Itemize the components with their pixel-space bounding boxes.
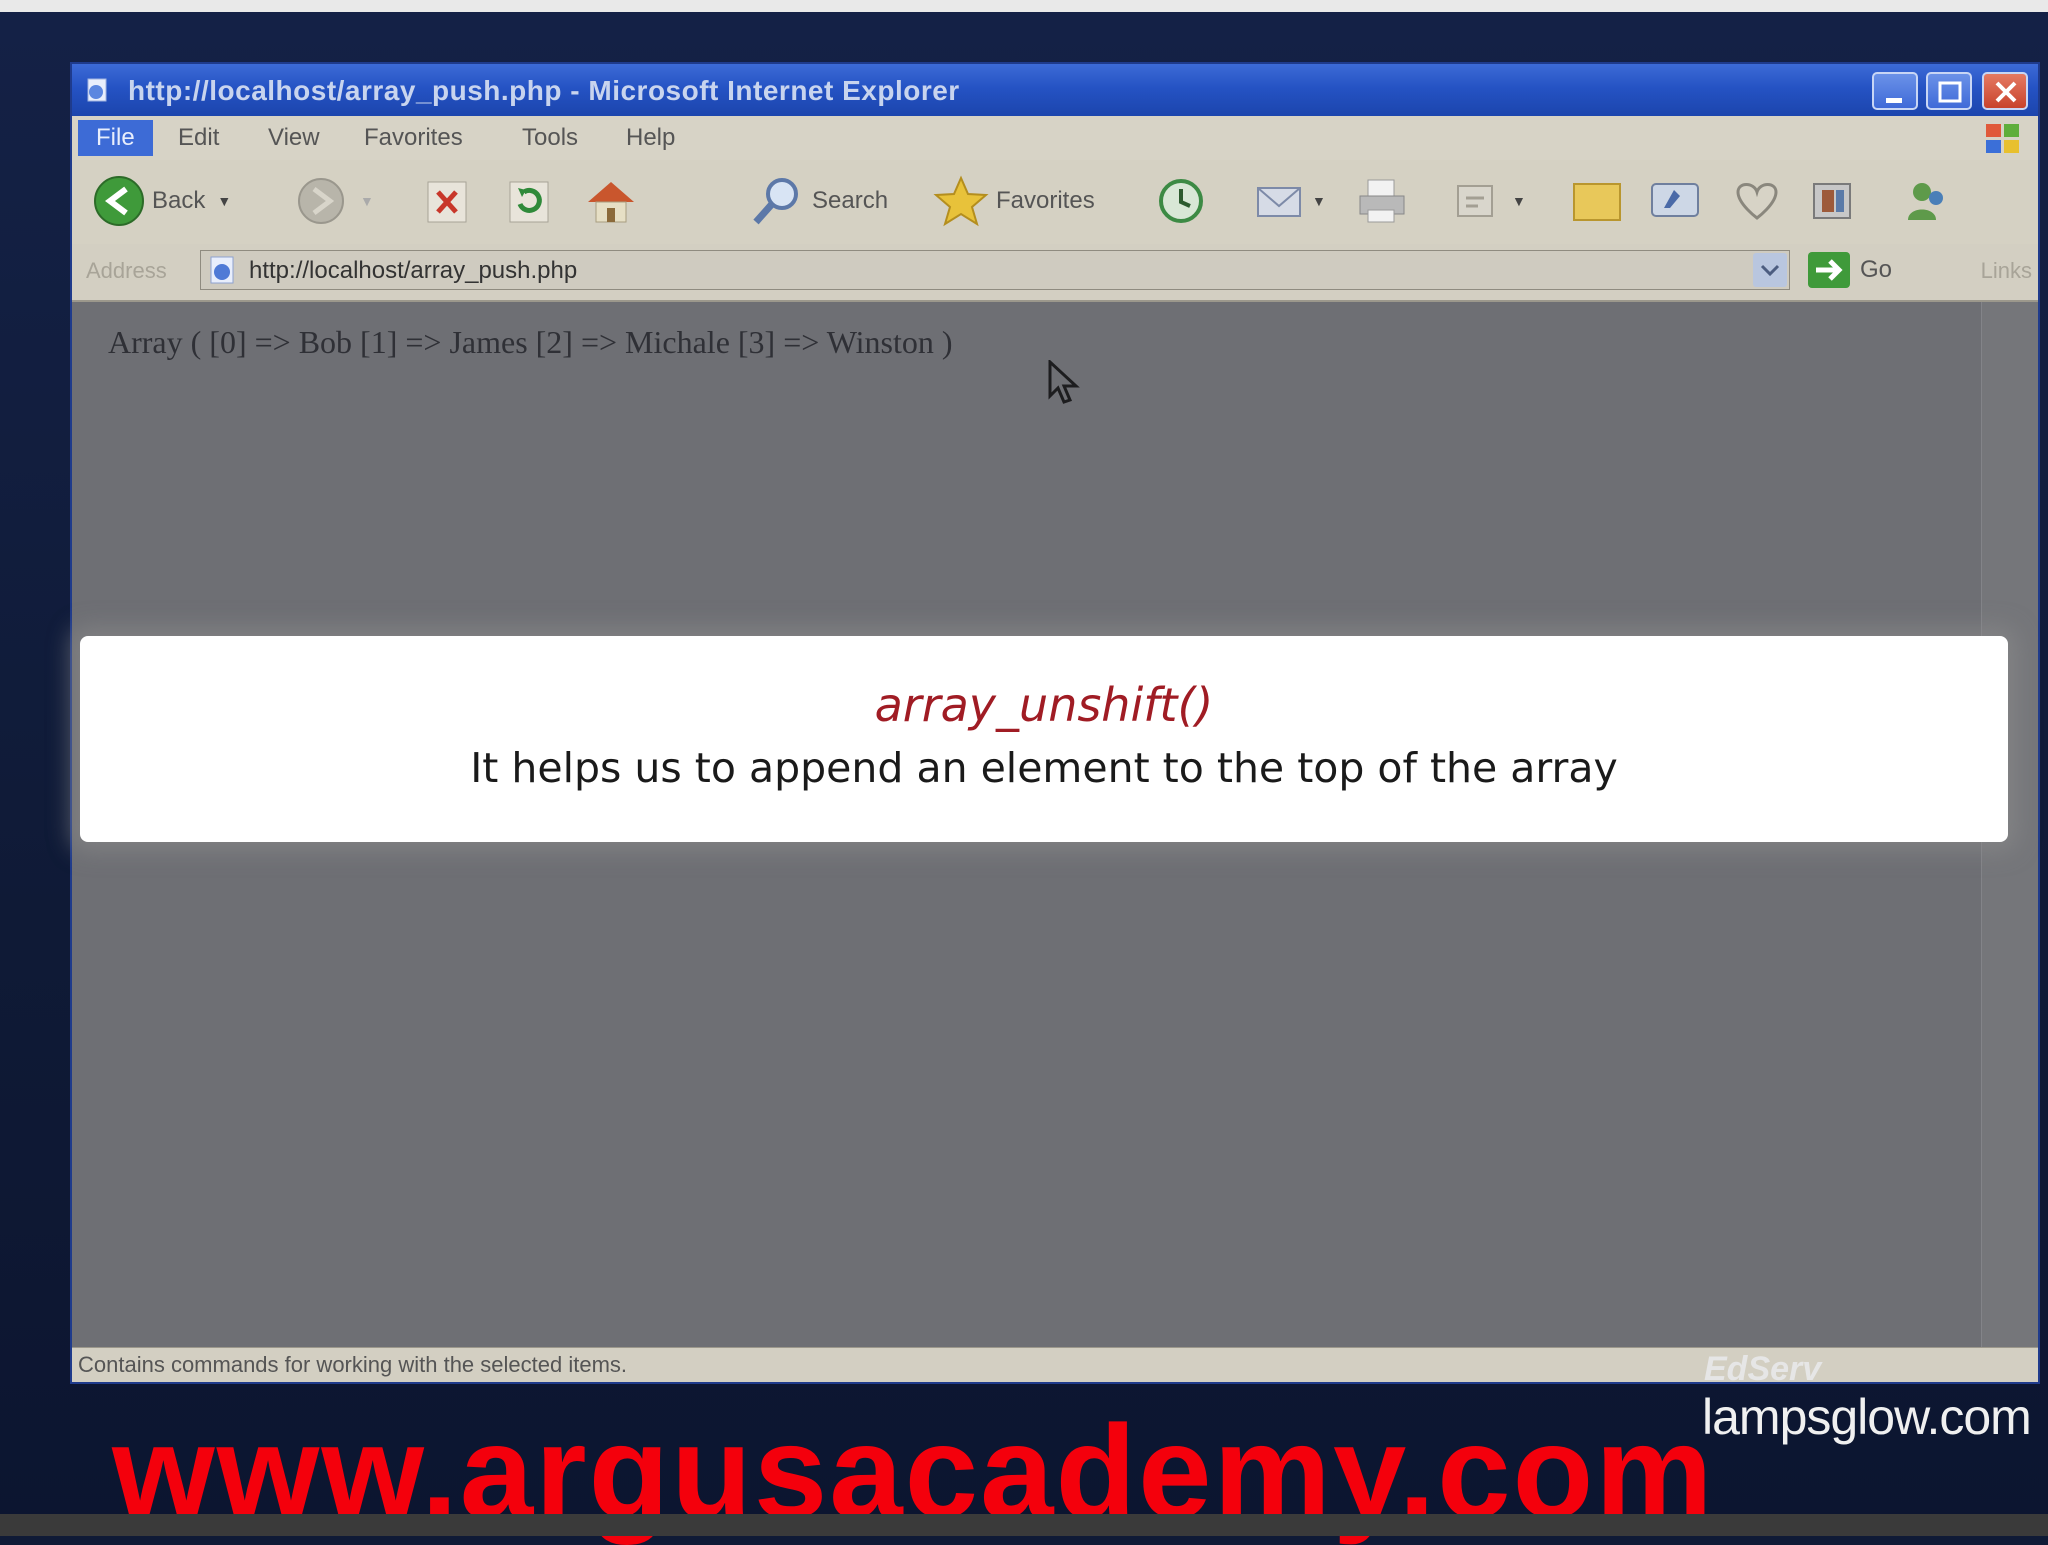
menu-tools[interactable]: Tools (522, 124, 578, 152)
page-icon (210, 256, 234, 284)
menu-file[interactable]: File (78, 120, 153, 156)
print-icon (1359, 179, 1405, 223)
back-arrow-icon (94, 176, 144, 226)
windows-flag-icon (1986, 124, 2019, 153)
status-text: Contains commands for working with the s… (78, 1352, 628, 1377)
mail-icon (1257, 187, 1301, 217)
search-icon (753, 178, 798, 225)
caption-function-name: array_unshift() (874, 678, 1214, 732)
go-button[interactable]: Go (1806, 250, 1892, 290)
messenger-button[interactable] (1646, 174, 1708, 228)
search-button[interactable]: Search (748, 174, 888, 228)
bottom-strip (0, 1514, 2048, 1536)
folder-icon (1573, 183, 1621, 221)
users-button[interactable] (1898, 174, 1956, 228)
minimize-button[interactable] (1872, 72, 1918, 110)
discuss-button[interactable] (1568, 174, 1626, 228)
ie-page-icon (87, 78, 107, 102)
go-label: Go (1860, 256, 1893, 283)
standard-toolbar: Back ▼ ▼ Search Favorites ▼ ▼ (72, 160, 2038, 245)
tools-button[interactable] (1806, 174, 1864, 228)
close-button[interactable] (1982, 72, 2028, 110)
home-icon (588, 182, 634, 223)
tools-icon (1813, 183, 1851, 219)
array-output-text: Array ( [0] => Bob [1] => James [2] => M… (108, 324, 953, 360)
address-input[interactable]: http://localhost/array_push.php (200, 250, 1790, 290)
minimize-icon (1886, 98, 1902, 103)
refresh-button[interactable] (502, 174, 556, 228)
edit-dropdown-icon[interactable]: ▼ (1512, 193, 1526, 209)
chevron-down-icon (1760, 264, 1780, 277)
maximize-button[interactable] (1926, 72, 1972, 110)
forward-dropdown-icon[interactable]: ▼ (360, 193, 374, 209)
print-button[interactable] (1354, 174, 1412, 228)
menu-favorites[interactable]: Favorites (364, 124, 463, 152)
users-icon (1908, 183, 1943, 220)
messenger-icon (1651, 183, 1699, 217)
stop-button[interactable] (420, 174, 474, 228)
forward-button[interactable]: ▼ (294, 174, 374, 228)
back-dropdown-icon[interactable]: ▼ (217, 193, 231, 209)
maximize-icon (1938, 81, 1962, 103)
caption-overlay: array_unshift() It helps us to append an… (80, 636, 2008, 842)
edit-page-icon (1457, 185, 1493, 217)
address-url: http://localhost/array_push.php (249, 257, 578, 284)
forward-arrow-icon (298, 178, 344, 224)
close-icon (1995, 81, 2017, 103)
menu-help[interactable]: Help (626, 124, 675, 152)
home-button[interactable] (582, 174, 640, 228)
address-dropdown-button[interactable] (1753, 253, 1787, 287)
window-title: http://localhost/array_push.php - Micros… (128, 75, 960, 106)
stop-icon (427, 181, 467, 223)
mouse-cursor-icon (1048, 360, 1080, 404)
edit-button[interactable]: ▼ (1448, 174, 1526, 228)
menu-edit[interactable]: Edit (178, 124, 219, 152)
mail-dropdown-icon[interactable]: ▼ (1312, 193, 1326, 209)
links-button[interactable]: Links (1981, 258, 2032, 284)
back-label: Back (152, 187, 206, 214)
title-bar[interactable]: http://localhost/array_push.php - Micros… (72, 64, 2038, 116)
history-icon (1159, 179, 1203, 223)
favorites-star-icon (933, 175, 989, 227)
favorites-label: Favorites (996, 187, 1095, 214)
menu-bar: File Edit View Favorites Tools Help (72, 116, 2038, 161)
mail-button[interactable]: ▼ (1252, 174, 1326, 228)
top-strip (0, 0, 2048, 12)
favorites-button[interactable]: Favorites (932, 174, 1095, 228)
research-button[interactable] (1728, 174, 1786, 228)
brand-small-text: EdServ (1704, 1350, 1822, 1388)
address-label: Address (86, 258, 167, 283)
back-button[interactable]: Back ▼ (92, 174, 231, 228)
refresh-icon (509, 181, 549, 223)
menu-view[interactable]: View (268, 124, 320, 152)
go-arrow-icon (1808, 252, 1850, 288)
caption-description: It helps us to append an element to the … (470, 744, 1618, 792)
search-label: Search (812, 187, 889, 214)
address-bar: Address http://localhost/array_push.php … (72, 244, 2038, 302)
research-icon (1736, 183, 1778, 220)
history-button[interactable] (1154, 174, 1208, 228)
